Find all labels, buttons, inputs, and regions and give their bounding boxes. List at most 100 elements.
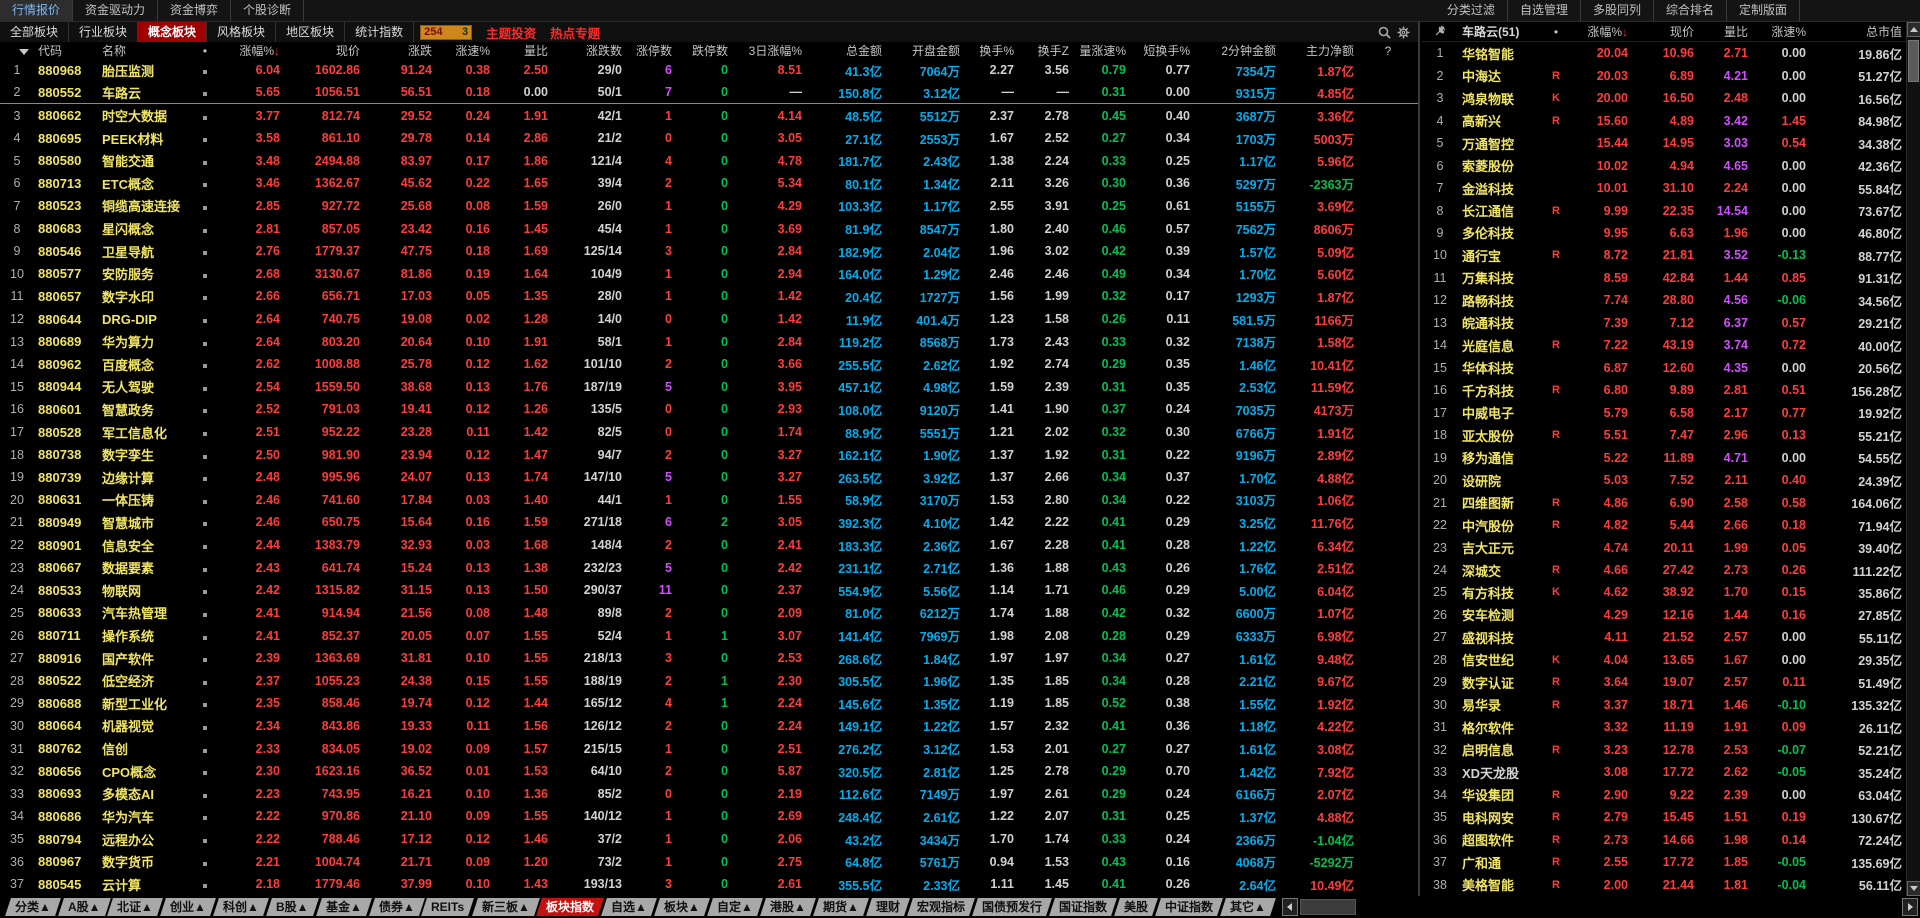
table-row[interactable]: 32880656CPO概念2.301623.1636.520.011.5364/… [0, 760, 1418, 783]
column-header-量比[interactable]: 量比 [494, 42, 552, 59]
board-tab-风格板块[interactable]: 风格板块 [207, 22, 276, 42]
table-row[interactable]: 27880916国产软件2.391363.6931.810.101.55218/… [0, 647, 1418, 670]
market-tab-北证▲[interactable]: 北证▲ [108, 898, 164, 916]
column-header-跌停数[interactable]: 跌停数 [676, 42, 732, 59]
market-tab-自定▲[interactable]: 自定▲ [707, 898, 763, 916]
component-header-现价[interactable]: 现价 [1632, 23, 1698, 40]
market-tab-科创▲[interactable]: 科创▲ [213, 898, 269, 916]
table-row[interactable]: 14880962百度概念2.621008.8825.780.121.62101/… [0, 353, 1418, 376]
market-tab-理财[interactable]: 理财 [866, 898, 910, 916]
column-header-涨跌[interactable]: 涨跌 [364, 42, 436, 59]
column-header-量涨速%[interactable]: 量涨速% [1073, 42, 1130, 59]
market-tab-板块▲[interactable]: 板块▲ [654, 898, 710, 916]
table-row[interactable]: 13880689华为算力2.64803.2020.640.101.9158/11… [0, 330, 1418, 353]
table-row[interactable]: 1880968胎压监测6.041602.8691.240.382.5029/06… [0, 59, 1418, 82]
table-row[interactable]: 34880686华为汽车2.22970.8621.100.091.55140/1… [0, 805, 1418, 828]
component-row[interactable]: 23吉大正元4.7420.111.990.0539.40亿 [1422, 536, 1906, 558]
component-row[interactable]: 7金溢科技10.0131.102.240.0055.84亿 [1422, 177, 1906, 199]
column-header-2分钟金额[interactable]: 2分钟金额 [1194, 42, 1280, 59]
hot-link-主题投资[interactable]: 主题投资 [486, 23, 536, 42]
component-row[interactable]: 26安车检测4.2912.161.440.1627.85亿 [1422, 604, 1906, 626]
component-header-涨幅%[interactable]: 涨幅%↓ [1568, 23, 1632, 40]
market-tab-创业▲[interactable]: 创业▲ [160, 898, 216, 916]
market-tab-期货▲[interactable]: 期货▲ [813, 898, 869, 916]
table-row[interactable]: 8880683星闪概念2.81857.0523.420.161.4545/410… [0, 217, 1418, 240]
board-tab-概念板块[interactable]: 概念板块 [138, 22, 207, 42]
column-header-?[interactable]: ? [1358, 44, 1418, 58]
column-header-短换手%[interactable]: 短换手% [1130, 42, 1194, 59]
component-row[interactable]: 20设研院5.037.522.110.4024.39亿 [1422, 469, 1906, 491]
table-row[interactable]: 26880711操作系统2.41852.3720.050.071.5552/41… [0, 624, 1418, 647]
table-row[interactable]: 7880523铜缆高速连接2.85927.7225.680.081.5926/0… [0, 195, 1418, 218]
market-tab-基金▲[interactable]: 基金▲ [316, 898, 372, 916]
component-row[interactable]: 5万通智控15.4414.953.030.5434.38亿 [1422, 132, 1906, 154]
column-header-涨停数[interactable]: 涨停数 [626, 42, 676, 59]
table-row[interactable]: 18880738数字孪生2.50981.9023.940.121.4794/72… [0, 443, 1418, 466]
window-tab-分类过滤[interactable]: 分类过滤 [1435, 0, 1508, 21]
component-header-•[interactable]: • [1544, 25, 1568, 39]
table-row[interactable]: 3880662时空大数据3.77812.7429.520.241.9142/11… [0, 104, 1418, 127]
component-row[interactable]: 16千方科技R6.809.892.810.51156.28亿 [1422, 379, 1906, 401]
tab-scrollbar-thumb[interactable] [1300, 899, 1356, 915]
component-row[interactable]: 35电科网安R2.7915.451.510.19130.67亿 [1422, 806, 1906, 828]
scroll-down-button[interactable] [1907, 881, 1920, 896]
table-row[interactable]: 33880693多模态AI2.23743.9516.210.101.3685/2… [0, 783, 1418, 806]
board-tab-统计指数[interactable]: 统计指数 [345, 22, 414, 42]
component-row[interactable]: 25有方科技K4.6238.921.700.1535.86亿 [1422, 581, 1906, 603]
component-row[interactable]: 28信安世纪K4.0413.651.670.0029.35亿 [1422, 649, 1906, 671]
table-row[interactable]: 12880644DRG-DIP2.64740.7519.080.021.2814… [0, 308, 1418, 331]
main-tab-行情报价[interactable]: 行情报价 [0, 0, 73, 21]
component-row[interactable]: 19移为通信5.2211.894.710.0054.55亿 [1422, 446, 1906, 468]
market-tab-美股[interactable]: 美股 [1114, 898, 1158, 916]
table-row[interactable]: 36880967数字货币2.211004.7421.710.091.2073/2… [0, 850, 1418, 873]
component-row[interactable]: 9多伦科技9.956.631.960.0046.80亿 [1422, 222, 1906, 244]
component-header-总市值[interactable]: 总市值 [1810, 23, 1906, 40]
component-row[interactable]: 12路畅科技7.7428.804.56-0.0634.56亿 [1422, 289, 1906, 311]
component-row[interactable]: 32启明信息R3.2312.782.53-0.0752.21亿 [1422, 739, 1906, 761]
market-tab-A股▲[interactable]: A股▲ [58, 898, 110, 916]
column-header-换手%[interactable]: 换手% [964, 42, 1018, 59]
column-header-主力净额[interactable]: 主力净额 [1280, 42, 1358, 59]
component-row[interactable]: 18亚太股份R5.517.472.960.1355.21亿 [1422, 424, 1906, 446]
component-header-涨速%[interactable]: 涨速% [1752, 23, 1810, 40]
component-row[interactable]: 29数字认证R3.6419.072.570.1151.49亿 [1422, 671, 1906, 693]
window-tab-综合排名[interactable]: 综合排名 [1654, 0, 1727, 21]
market-tab-分类▲[interactable]: 分类▲ [5, 898, 61, 916]
tab-scroll-right-button[interactable] [1902, 898, 1918, 916]
component-row[interactable]: 33XD天龙股3.0817.722.62-0.0535.24亿 [1422, 761, 1906, 783]
scrollbar-thumb[interactable] [1908, 40, 1919, 82]
component-row[interactable]: 24深城交R4.6627.422.730.26111.22亿 [1422, 559, 1906, 581]
table-row[interactable]: 6880713ETC概念3.461362.6745.620.221.6539/4… [0, 172, 1418, 195]
table-row[interactable]: 25880633汽车热管理2.41914.9421.560.081.4889/8… [0, 602, 1418, 625]
column-header-现价[interactable]: 现价 [284, 42, 364, 59]
table-row[interactable]: 21880949智慧城市2.46650.7515.640.161.59271/1… [0, 511, 1418, 534]
component-header-0[interactable] [1422, 25, 1458, 39]
window-tab-多股同列[interactable]: 多股同列 [1581, 0, 1654, 21]
market-tab-板块指数[interactable]: 板块指数 [537, 898, 605, 916]
column-header-涨跌数[interactable]: 涨跌数 [552, 42, 626, 59]
market-tab-自选▲[interactable]: 自选▲ [602, 898, 658, 916]
main-tab-资金驱动力[interactable]: 资金驱动力 [73, 0, 158, 21]
table-row[interactable]: 29880688新型工业化2.35858.4619.740.121.44165/… [0, 692, 1418, 715]
market-tab-港股▲[interactable]: 港股▲ [760, 898, 816, 916]
window-tab-定制版面[interactable]: 定制版面 [1727, 0, 1800, 21]
table-row[interactable]: 35880794远程办公2.22788.4617.120.121.4637/21… [0, 828, 1418, 851]
market-tab-中证指数[interactable]: 中证指数 [1155, 898, 1223, 916]
scroll-up-button[interactable] [1907, 22, 1920, 37]
table-row[interactable]: 5880580智能交通3.482494.8883.970.171.86121/4… [0, 149, 1418, 172]
table-row[interactable]: 24880533物联网2.421315.8231.150.131.50290/3… [0, 579, 1418, 602]
column-header-3日涨幅%[interactable]: 3日涨幅% [732, 42, 806, 59]
component-row[interactable]: 8长江通信R9.9922.3514.540.0073.67亿 [1422, 199, 1906, 221]
market-tab-B股▲[interactable]: B股▲ [266, 898, 318, 916]
table-row[interactable]: 2880552车路云5.651056.5156.510.180.0050/170… [0, 82, 1418, 105]
column-header-rowno[interactable] [0, 44, 34, 58]
gear-icon[interactable] [1397, 26, 1410, 39]
table-row[interactable]: 4880695PEEK材料3.58861.1029.780.142.8621/2… [0, 127, 1418, 150]
component-row[interactable]: 22中汽股份R4.825.442.660.1871.94亿 [1422, 514, 1906, 536]
market-tab-新三板▲[interactable]: 新三板▲ [472, 898, 540, 916]
component-row[interactable]: 11万集科技8.5942.841.440.8591.31亿 [1422, 267, 1906, 289]
component-row[interactable]: 6索菱股份10.024.944.650.0042.36亿 [1422, 154, 1906, 176]
table-row[interactable]: 19880739边缘计算2.48995.9624.070.131.74147/1… [0, 466, 1418, 489]
component-header-量比[interactable]: 量比 [1698, 23, 1752, 40]
table-row[interactable]: 22880901信息安全2.441383.7932.930.031.68148/… [0, 534, 1418, 557]
